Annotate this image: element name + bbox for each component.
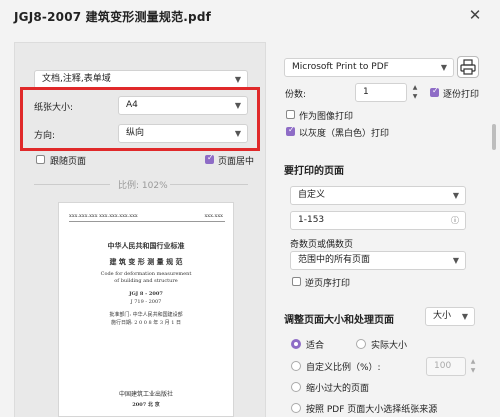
help-icon[interactable]: ⓘ (451, 212, 459, 229)
divider (34, 184, 110, 185)
window-title: JGJ8-2007 建筑变形测量规范.pdf (14, 10, 212, 24)
fit-label: 适合 (306, 341, 325, 351)
print-as-image-checkbox[interactable] (286, 110, 295, 119)
actual-size-radio[interactable] (356, 339, 366, 349)
printer-icon (460, 59, 476, 75)
preview-title-1: 中华人民共和国行业标准 (107, 241, 185, 250)
preview-year: 2007 北 京 (132, 402, 160, 408)
grayscale-checkbox[interactable] (286, 125, 295, 136)
preview-header-rule (69, 221, 225, 222)
chevron-down-icon: ▼ (440, 63, 447, 72)
center-page-label: 页面居中 (218, 157, 255, 167)
resize-heading: 调整页面大小和处理页面 (284, 315, 394, 326)
shrink-label: 缩小过大的页面 (306, 384, 370, 394)
pages-heading: 要打印的页面 (284, 166, 344, 177)
close-icon[interactable]: ✕ (466, 6, 484, 24)
chevron-down-icon: ▼ (452, 191, 459, 200)
chevron-down-icon: ▼ (461, 312, 468, 321)
chevron-down-icon: ▼ (234, 75, 241, 84)
reverse-order-checkbox[interactable] (292, 277, 301, 286)
page-range-value: 1-153 (298, 215, 325, 225)
scale-text: 比例: 102% (118, 181, 168, 191)
chevron-down-icon: ▼ (452, 256, 459, 265)
custom-scale-label: 自定义比例（%）: (306, 363, 381, 373)
copies-stepper[interactable]: ▲ ▼ (409, 83, 421, 102)
preview-code-1: JGJ 8 - 2007 (129, 291, 163, 297)
printer-value: Microsoft Print to PDF (292, 62, 389, 72)
size-select[interactable]: 大小 ▼ (425, 307, 475, 326)
page-preview: xxx.xxx.xxx xxx.xxx.xxx.xxx xxx.xxx 中华人民… (58, 202, 234, 417)
page-range-input[interactable]: 1-153 ⓘ (290, 211, 466, 230)
center-page-checkbox[interactable] (205, 153, 214, 164)
grayscale-label: 以灰度（黑白色）打印 (299, 129, 390, 139)
odd-even-value: 范围中的所有页面 (298, 255, 371, 265)
actual-size-label: 实际大小 (371, 341, 408, 351)
divider (170, 184, 248, 185)
pdf-source-label: 按照 PDF 页面大小选择纸张来源 (306, 405, 438, 415)
copies-label: 份数: (285, 90, 307, 100)
follow-page-checkbox[interactable] (36, 155, 45, 164)
reverse-order-label: 逆页序打印 (305, 279, 351, 289)
content-select-value: 文档,注释,表单域 (42, 74, 111, 84)
custom-scale-stepper[interactable]: ▲ ▼ (468, 357, 478, 376)
odd-even-label: 奇数页或偶数页 (290, 240, 354, 250)
pdf-source-radio[interactable] (291, 403, 301, 413)
fit-radio[interactable] (291, 339, 301, 349)
preview-publisher: 中国建筑工业出版社 (118, 391, 173, 398)
preview-header-right: xxx.xxx (204, 213, 223, 219)
collate-label: 逐份打印 (443, 90, 480, 100)
preview-code-2: J 719 - 2007 (130, 299, 162, 305)
preview-approve-2: 施行日期: 2 0 0 8 年 3 月 1 日 (110, 320, 182, 326)
print-as-image-label: 作为图像打印 (299, 112, 354, 122)
collate-checkbox[interactable] (430, 86, 439, 97)
custom-scale-input[interactable]: 100 (426, 357, 466, 376)
scrollbar-thumb[interactable] (492, 124, 496, 150)
follow-page-label: 跟随页面 (50, 157, 87, 167)
preview-title-2: 建 筑 变 形 测 量 规 范 (109, 257, 183, 266)
shrink-radio[interactable] (291, 382, 301, 392)
copies-value: 1 (363, 87, 369, 97)
custom-scale-radio[interactable] (291, 361, 301, 371)
printer-select[interactable]: Microsoft Print to PDF ▼ (284, 58, 454, 77)
highlight-frame (20, 87, 260, 151)
printer-settings-button[interactable] (457, 56, 479, 78)
odd-even-select[interactable]: 范围中的所有页面 ▼ (290, 251, 466, 270)
copies-input[interactable]: 1 (355, 83, 407, 102)
size-select-value: 大小 (433, 311, 452, 321)
custom-scale-value: 100 (434, 361, 452, 371)
pages-select-value: 自定义 (298, 190, 326, 200)
pages-select[interactable]: 自定义 ▼ (290, 186, 466, 205)
preview-approve-1: 批准部门: 中华人民共和国建设部 (109, 312, 183, 318)
preview-title-3: Code for deformation measurement (100, 271, 192, 277)
preview-title-4: of building and structure (114, 278, 178, 284)
